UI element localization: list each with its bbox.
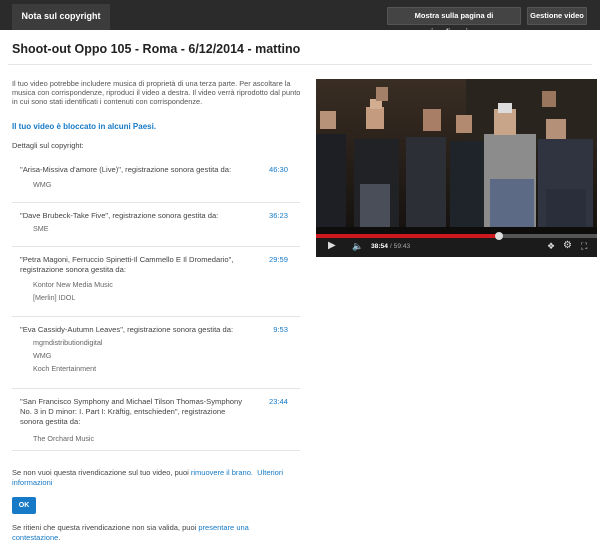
settings-gear-icon[interactable]: ⚙ bbox=[563, 241, 572, 251]
copyright-notice-tab[interactable]: Nota sul copyright bbox=[12, 4, 110, 30]
claim-title: "Dave Brubeck-Take Five", registrazione … bbox=[20, 211, 219, 220]
claim-owner: WMG bbox=[33, 351, 52, 360]
claim-owner: [Merlin] IDOL bbox=[33, 293, 76, 302]
annotations-icon[interactable]: ❖ bbox=[547, 241, 555, 251]
claim-item: "Dave Brubeck-Take Five", registrazione … bbox=[12, 203, 300, 247]
claim-item: "Petra Magoni, Ferruccio Spinetti-Il Cam… bbox=[12, 247, 300, 317]
claim-owner: SME bbox=[33, 224, 49, 233]
dispute-text: Se ritieni che questa rivendicazione non… bbox=[12, 523, 282, 543]
claim-owner: Kontor New Media Music bbox=[33, 280, 113, 289]
player-controls: ▶ 🔈 38:54 / 59:43 ❖ ⚙ ⛶ bbox=[316, 232, 597, 257]
blocked-countries-link[interactable]: Il tuo video è bloccato in alcuni Paesi. bbox=[12, 122, 156, 131]
claim-title: "Eva Cassidy-Autumn Leaves", registrazio… bbox=[20, 325, 234, 334]
top-bar: Nota sul copyright Mostra sulla pagina d… bbox=[0, 0, 600, 36]
current-time: 38:54 bbox=[371, 243, 388, 250]
claim-time-link[interactable]: 36:23 bbox=[269, 211, 288, 220]
dispute-suffix: . bbox=[58, 533, 61, 542]
dispute-prefix: Se ritieni che questa rivendicazione non… bbox=[12, 523, 199, 532]
duration: / 59:43 bbox=[390, 243, 411, 250]
intro-text: Il tuo video potrebbe includere musica d… bbox=[12, 79, 301, 106]
view-on-watch-page-button[interactable]: Mostra sulla pagina di visualizzazione bbox=[387, 7, 521, 36]
claim-time-link[interactable]: 46:30 bbox=[269, 165, 288, 174]
volume-mute-icon[interactable]: 🔈 bbox=[352, 241, 363, 251]
progress-bar[interactable] bbox=[316, 232, 597, 240]
remove-song-text: Se non vuoi questa rivendicazione sul tu… bbox=[12, 468, 304, 488]
claim-time-link[interactable]: 23:44 bbox=[269, 397, 288, 406]
claim-time-link[interactable]: 9:53 bbox=[273, 325, 288, 334]
video-player[interactable]: ▶ 🔈 38:54 / 59:43 ❖ ⚙ ⛶ bbox=[316, 79, 597, 257]
remove-song-link[interactable]: rimuovere il brano. bbox=[191, 468, 253, 477]
ok-button[interactable]: OK bbox=[12, 497, 36, 514]
claim-title: "Petra Magoni, Ferruccio Spinetti-Il Cam… bbox=[20, 255, 234, 274]
claim-owner: WMG bbox=[33, 180, 52, 189]
claim-title: "Arisa-Missiva d'amore (Live)", registra… bbox=[20, 165, 232, 174]
remove-song-prefix: Se non vuoi questa rivendicazione sul tu… bbox=[12, 468, 191, 477]
progress-scrubber[interactable] bbox=[495, 232, 503, 240]
claim-owner: mgmdistributiondigital bbox=[33, 338, 103, 347]
claim-owner: Koch Entertainment bbox=[33, 364, 97, 373]
title-divider bbox=[8, 64, 592, 65]
progress-played bbox=[316, 234, 499, 238]
manage-video-button[interactable]: Gestione video bbox=[527, 7, 587, 25]
claim-owner: The Orchard Music bbox=[33, 434, 95, 443]
claim-item: "San Francisco Symphony and Michael Tils… bbox=[12, 389, 300, 451]
copyright-details-label: Dettagli sul copyright: bbox=[12, 141, 84, 150]
claim-item: "Eva Cassidy-Autumn Leaves", registrazio… bbox=[12, 317, 300, 389]
claim-time-link[interactable]: 29:59 bbox=[269, 255, 288, 264]
claim-title: "San Francisco Symphony and Michael Tils… bbox=[20, 397, 243, 426]
page-title: Shoot-out Oppo 105 - Roma - 6/12/2014 - … bbox=[12, 42, 301, 56]
fullscreen-icon[interactable]: ⛶ bbox=[581, 241, 587, 251]
video-frame[interactable] bbox=[316, 79, 597, 234]
claim-item: "Arisa-Missiva d'amore (Live)", registra… bbox=[12, 157, 300, 203]
play-icon[interactable]: ▶ bbox=[328, 241, 336, 251]
